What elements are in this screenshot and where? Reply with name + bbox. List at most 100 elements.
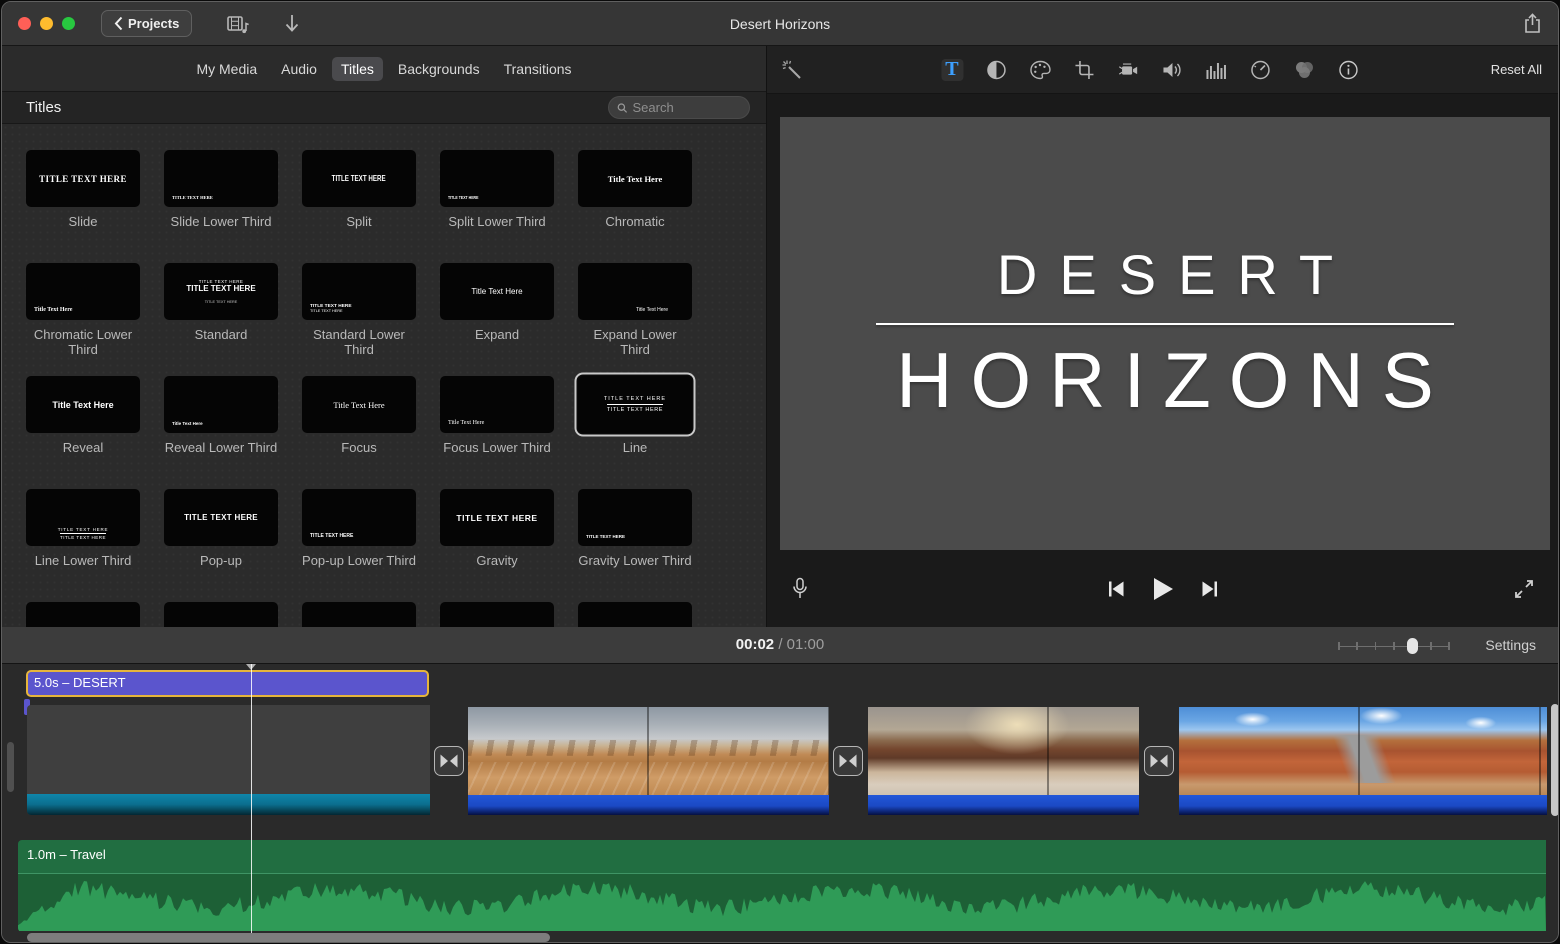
color-correction-button[interactable] <box>1293 59 1315 81</box>
title-template-pop-up[interactable]: TITLE TEXT HEREPop-up <box>164 489 278 602</box>
projects-back-label: Projects <box>128 16 179 31</box>
preview-title-line1: DESERT <box>975 242 1355 307</box>
share-button[interactable] <box>1523 13 1542 34</box>
tab-transitions[interactable]: Transitions <box>495 57 581 81</box>
title-template-label: Standard <box>164 328 278 343</box>
title-template-standard-lower-third[interactable]: TITLE TEXT HERETITLE TEXT HEREStandard L… <box>302 263 416 376</box>
titles-adjust-button[interactable]: T <box>941 59 963 81</box>
tab-backgrounds[interactable]: Backgrounds <box>389 57 489 81</box>
title-template-standard[interactable]: TITLE TEXT HERETITLE TEXT HERETITLE TEXT… <box>164 263 278 376</box>
preview-title-line2: HORIZONS <box>878 335 1452 426</box>
transition-clip-3[interactable] <box>1144 746 1174 776</box>
title-template-line-lower-third[interactable]: TITLE TEXT HERETITLE TEXT HERELine Lower… <box>26 489 140 602</box>
transition-clip-2[interactable] <box>833 746 863 776</box>
adjust-toolbar: T <box>767 46 1558 94</box>
title-template-label: Chromatic Lower Third <box>26 328 140 358</box>
transport-bar <box>767 550 1558 627</box>
play-button[interactable] <box>1151 576 1175 602</box>
title-template-pop-up-lower-third[interactable]: TITLE TEXT HEREPop-up Lower Third <box>302 489 416 602</box>
palette-icon <box>1029 60 1051 80</box>
color-palette-button[interactable] <box>1029 59 1051 81</box>
stabilization-button[interactable] <box>1117 59 1139 81</box>
title-template-partial[interactable] <box>578 602 692 627</box>
volume-button[interactable] <box>1161 59 1183 81</box>
audio-clip-travel[interactable]: 1.0m – Travel <box>18 840 1546 932</box>
title-template-label: Reveal <box>26 441 140 456</box>
viewer-panel: T <box>767 46 1558 627</box>
title-thumbnail: Title Text Here <box>440 376 554 433</box>
title-template-chromatic[interactable]: Title Text HereChromatic <box>578 150 692 263</box>
fullscreen-button[interactable] <box>1514 579 1534 599</box>
title-template-gravity[interactable]: TITLE TEXT HEREGravity <box>440 489 554 602</box>
title-template-focus[interactable]: Title Text HereFocus <box>302 376 416 489</box>
title-template-partial[interactable] <box>440 602 554 627</box>
timeline-zoom-slider[interactable] <box>1338 638 1450 654</box>
clip-audio-bar <box>27 794 430 815</box>
speaker-icon <box>1161 60 1183 80</box>
tab-my-media[interactable]: My Media <box>187 57 266 81</box>
skip-back-button[interactable] <box>1105 579 1127 599</box>
zoom-slider-thumb[interactable] <box>1407 638 1418 654</box>
noise-reduction-button[interactable] <box>1205 59 1227 81</box>
title-template-split[interactable]: TITLE TEXT HERESplit <box>302 150 416 263</box>
title-template-line[interactable]: TITLE TEXT HERETITLE TEXT HERELine <box>578 376 692 489</box>
video-clip-desert-sunset[interactable] <box>868 707 1139 815</box>
close-window-button[interactable] <box>18 17 31 30</box>
title-thumbnail: TITLE TEXT HERE <box>440 489 554 546</box>
info-button[interactable] <box>1337 59 1359 81</box>
title-template-expand-lower-third[interactable]: Title Text HereExpand Lower Third <box>578 263 692 376</box>
title-template-focus-lower-third[interactable]: Title Text HereFocus Lower Third <box>440 376 554 489</box>
title-template-slide[interactable]: TITLE TEXT HERESlide <box>26 150 140 263</box>
search-input[interactable] <box>633 100 742 115</box>
download-button[interactable] <box>284 14 300 34</box>
timeline-title-clip[interactable]: 5.0s – DESERT <box>26 670 429 697</box>
title-thumbnail: Title Text Here <box>440 263 554 320</box>
title-thumbnail <box>164 602 278 627</box>
zoom-window-button[interactable] <box>62 17 75 30</box>
project-title: Desert Horizons <box>730 2 830 46</box>
search-icon <box>617 102 628 114</box>
minimize-window-button[interactable] <box>40 17 53 30</box>
playhead[interactable] <box>251 664 252 934</box>
search-box[interactable] <box>608 96 750 119</box>
import-media-button[interactable] <box>226 13 250 35</box>
title-template-expand[interactable]: Title Text HereExpand <box>440 263 554 376</box>
title-thumbnail <box>440 602 554 627</box>
tab-titles[interactable]: Titles <box>332 57 383 81</box>
clip-audio-bar <box>868 795 1139 815</box>
video-clip-desert-road[interactable] <box>1179 707 1547 815</box>
time-separator: / <box>778 636 782 653</box>
color-balance-button[interactable] <box>985 59 1007 81</box>
tab-audio[interactable]: Audio <box>272 57 326 81</box>
timeline-vertical-scrollbar[interactable] <box>1551 704 1559 816</box>
audio-clip-body <box>18 874 1546 931</box>
title-template-slide-lower-third[interactable]: TITLE TEXT HERESlide Lower Third <box>164 150 278 263</box>
title-thumbnail <box>302 602 416 627</box>
preview-stage: DESERT HORIZONS <box>780 117 1550 550</box>
title-thumbnail: TITLE TEXT HERE <box>302 489 416 546</box>
title-template-chromatic-lower-third[interactable]: Title Text HereChromatic Lower Third <box>26 263 140 376</box>
title-template-reveal-lower-third[interactable]: Title Text HereReveal Lower Third <box>164 376 278 489</box>
skip-forward-button[interactable] <box>1199 579 1221 599</box>
crop-button[interactable] <box>1073 59 1095 81</box>
reset-all-button[interactable]: Reset All <box>1491 62 1542 77</box>
transition-clip-1[interactable] <box>434 746 464 776</box>
imovie-window: Projects Desert Horizons <box>1 1 1559 943</box>
title-template-split-lower-third[interactable]: TITLE TEXT HERESplit Lower Third <box>440 150 554 263</box>
timeline-horizontal-scrollbar[interactable] <box>27 933 550 942</box>
title-template-partial[interactable] <box>26 602 140 627</box>
title-template-partial[interactable] <box>302 602 416 627</box>
enhance-button[interactable] <box>781 59 803 81</box>
speed-button[interactable] <box>1249 59 1271 81</box>
equalizer-bars-icon <box>1205 61 1227 79</box>
title-template-partial[interactable] <box>164 602 278 627</box>
settings-button[interactable]: Settings <box>1485 627 1536 663</box>
title-template-gravity-lower-third[interactable]: TITLE TEXT HEREGravity Lower Third <box>578 489 692 602</box>
voiceover-button[interactable] <box>792 577 808 601</box>
timeline-left-handle[interactable] <box>7 742 14 792</box>
video-clip-desert-rocks[interactable] <box>468 707 829 815</box>
projects-back-button[interactable]: Projects <box>101 10 192 37</box>
title-template-reveal[interactable]: Title Text HereReveal <box>26 376 140 489</box>
video-clip-title-background[interactable] <box>27 705 430 815</box>
color-circles-icon <box>1293 60 1315 80</box>
